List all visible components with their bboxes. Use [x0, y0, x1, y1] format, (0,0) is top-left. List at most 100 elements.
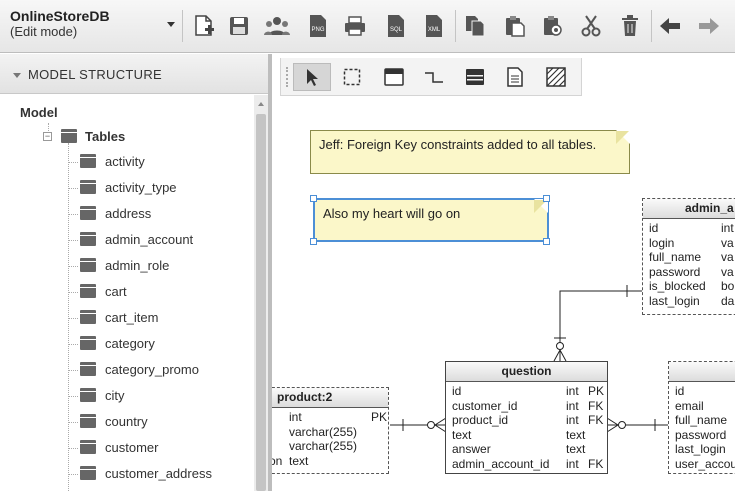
entity-column-row[interactable]: answer text — [446, 442, 607, 457]
tree-group-tables[interactable]: Tables — [85, 129, 125, 144]
entity-column-row[interactable]: id int PK — [446, 384, 607, 399]
diagram-canvas[interactable]: Jeff: Foreign Key constraints added to a… — [272, 54, 735, 491]
view-tool-button[interactable] — [456, 63, 494, 91]
tree-item-table[interactable]: cart — [68, 279, 248, 305]
resize-handle-nw[interactable] — [310, 195, 317, 202]
forward-button[interactable] — [696, 13, 722, 39]
tree-item-table[interactable]: category — [68, 331, 248, 357]
column-type: varchar(255) — [289, 439, 358, 453]
tree-connector — [68, 344, 78, 345]
entity-admin-account[interactable]: admin_a id int login va full_name va password v… — [642, 198, 735, 315]
table-tool-button[interactable] — [375, 63, 413, 91]
palette-grip[interactable] — [286, 67, 290, 87]
column-name: full_name — [675, 413, 728, 427]
tree-item-table[interactable]: customer_address — [68, 461, 248, 487]
new-document-button[interactable] — [191, 13, 217, 39]
entity-product[interactable]: product:2 int PK varchar(255) varchar(255) o… — [272, 387, 389, 474]
column-type: da — [721, 293, 735, 308]
paste-special-button[interactable] — [539, 13, 565, 39]
copy-button[interactable] — [462, 13, 488, 39]
project-title: OnlineStoreDB — [10, 8, 110, 24]
tree-item-table[interactable]: activity — [68, 149, 248, 175]
entity-column-row[interactable]: varchar(255) — [272, 439, 388, 454]
note-icon — [507, 67, 523, 87]
entity-column-row[interactable]: last_login — [669, 442, 735, 457]
tree-item-table[interactable]: admin_role — [68, 253, 248, 279]
resize-handle-ne[interactable] — [543, 195, 550, 202]
tree-item-table[interactable]: country — [68, 409, 248, 435]
entity-column-row[interactable]: user_accou — [669, 457, 735, 472]
export-sql-button[interactable]: SQL — [383, 13, 409, 39]
resize-handle-se[interactable] — [543, 238, 550, 245]
entity-columns: id email full_name password last_login user_a… — [669, 382, 735, 471]
tool-palette — [280, 58, 582, 96]
paste-button[interactable] — [501, 13, 527, 39]
edit-mode-label: (Edit mode) — [10, 24, 78, 39]
note-foreign-key[interactable]: Jeff: Foreign Key constraints added to a… — [310, 130, 630, 174]
delete-button[interactable] — [617, 13, 643, 39]
entity-column-row[interactable]: varchar(255) — [272, 425, 388, 440]
panel-header[interactable]: MODEL STRUCTURE — [0, 54, 268, 94]
tree-item-table[interactable]: address — [68, 201, 248, 227]
scrollbar-thumb[interactable] — [256, 114, 266, 491]
back-button[interactable] — [657, 13, 683, 39]
entity-column-row[interactable]: password va — [643, 265, 735, 280]
tree-item-table[interactable]: city — [68, 383, 248, 409]
users-button[interactable] — [264, 13, 290, 39]
resize-handle-sw[interactable] — [310, 238, 317, 245]
tree-item-table[interactable]: activity_type — [68, 175, 248, 201]
cut-button[interactable] — [578, 13, 604, 39]
export-png-button[interactable]: PNG — [305, 13, 331, 39]
note-heart-selected[interactable]: Also my heart will go on — [313, 198, 549, 242]
tree-root-model[interactable]: Model — [20, 105, 58, 120]
note-text: Jeff: Foreign Key constraints added to a… — [319, 137, 597, 152]
column-type: text — [566, 442, 586, 456]
entity-column-row[interactable]: id — [669, 384, 735, 399]
column-name: id — [649, 221, 659, 235]
collapse-icon[interactable]: − — [43, 132, 52, 141]
tree-item-table[interactable]: cart_item — [68, 305, 248, 331]
rectangle-select-tool-button[interactable] — [333, 63, 371, 91]
entity-column-row[interactable]: email — [669, 399, 735, 414]
entity-column-row[interactable]: is_blocked bo — [643, 279, 735, 294]
column-type: va — [721, 264, 734, 279]
entity-column-row[interactable]: id int — [643, 221, 735, 236]
save-button[interactable] — [226, 13, 252, 39]
tree-item-label: category_promo — [105, 362, 199, 377]
note-tool-button[interactable] — [496, 63, 534, 91]
entity-column-row[interactable]: on text — [272, 454, 388, 469]
tree-item-table[interactable]: category_promo — [68, 357, 248, 383]
entity-column-row[interactable]: admin_account_id int FK — [446, 457, 607, 472]
entity-title: question — [446, 362, 607, 382]
entity-customer[interactable]: id email full_name password last_login user_a… — [668, 361, 735, 474]
area-tool-button[interactable] — [537, 63, 575, 91]
entity-column-row[interactable]: full_name — [669, 413, 735, 428]
entity-column-row[interactable]: password — [669, 428, 735, 443]
print-button[interactable] — [342, 13, 368, 39]
entity-column-row[interactable]: login va — [643, 236, 735, 251]
entity-column-row[interactable]: customer_id int FK — [446, 399, 607, 414]
entity-question[interactable]: question id int PK customer_id int FK product_… — [445, 361, 608, 474]
select-tool-button[interactable] — [293, 63, 331, 91]
column-name: password — [675, 427, 727, 442]
project-selector[interactable]: OnlineStoreDB (Edit mode) — [0, 0, 182, 53]
chevron-down-icon[interactable] — [167, 22, 175, 27]
paste-special-icon — [544, 16, 562, 36]
tree-item-label: address — [105, 206, 152, 221]
table-icon — [80, 466, 96, 480]
entity-column-row[interactable]: last_login da — [643, 294, 735, 309]
column-name: customer_id — [452, 398, 518, 413]
table-icon — [80, 440, 96, 454]
relation-tool-button[interactable] — [415, 63, 453, 91]
entity-column-row[interactable]: product_id int FK — [446, 413, 607, 428]
tree-item-label: cart — [105, 284, 127, 299]
tree-item-table[interactable]: customer — [68, 435, 248, 461]
tree-item-table[interactable]: admin_account — [68, 227, 248, 253]
scroll-up-icon[interactable] — [258, 102, 264, 106]
main-toolbar: OnlineStoreDB (Edit mode) PNG SQL XML — [0, 0, 735, 53]
entity-column-row[interactable]: text text — [446, 428, 607, 443]
entity-column-row[interactable]: int PK — [272, 410, 388, 425]
collapse-triangle-icon[interactable] — [13, 73, 21, 78]
entity-column-row[interactable]: full_name va — [643, 250, 735, 265]
export-xml-button[interactable]: XML — [421, 13, 447, 39]
